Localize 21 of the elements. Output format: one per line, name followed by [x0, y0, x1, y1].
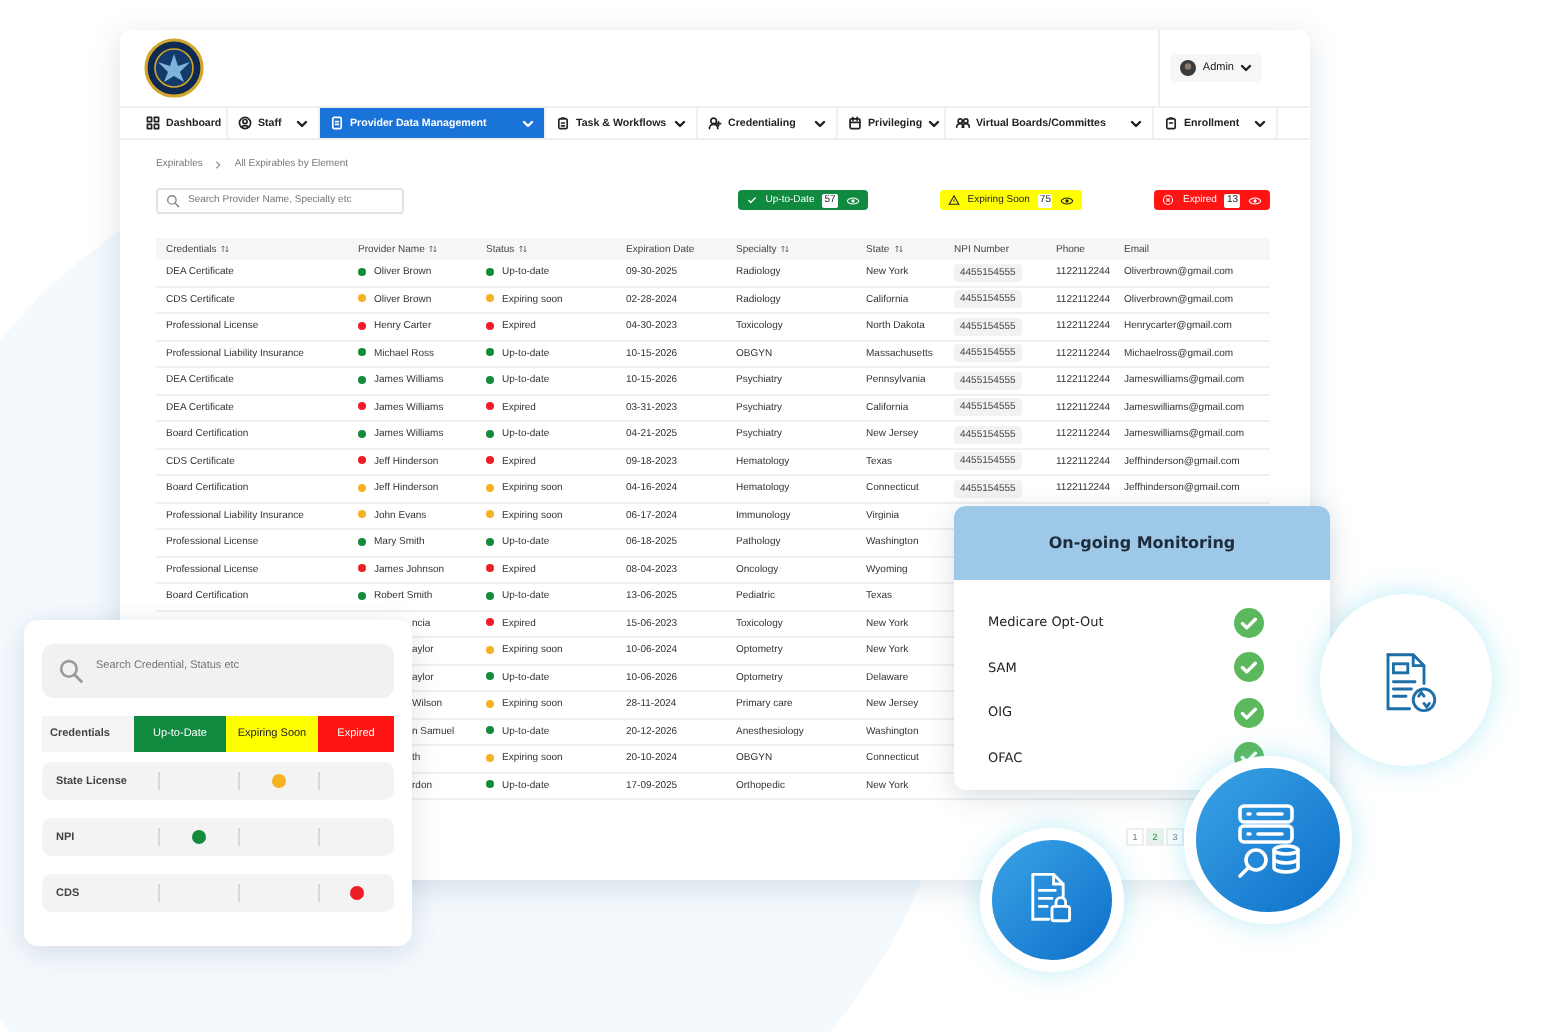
card-header: On-going Monitoring — [954, 506, 1330, 580]
warning-icon — [947, 194, 960, 206]
logo — [144, 38, 204, 98]
user-icon — [238, 116, 252, 130]
chevron-right-icon — [214, 159, 223, 169]
avatar-icon — [1180, 60, 1197, 76]
clipboard-icon — [1164, 116, 1178, 130]
document-icon — [330, 116, 344, 130]
close-circle-icon — [1162, 194, 1175, 206]
check-icon — [745, 194, 758, 206]
eye-icon — [1248, 195, 1262, 205]
search-icon — [166, 193, 180, 207]
chevron-down-icon — [1240, 64, 1252, 72]
eye-icon — [845, 195, 860, 205]
search-icon — [58, 658, 84, 684]
group-icon — [956, 116, 970, 130]
clipboard-icon — [556, 116, 570, 130]
user-plus-icon — [708, 116, 722, 130]
eye-icon — [1060, 195, 1075, 205]
calendar-icon — [848, 116, 862, 130]
grid-icon — [146, 116, 160, 130]
